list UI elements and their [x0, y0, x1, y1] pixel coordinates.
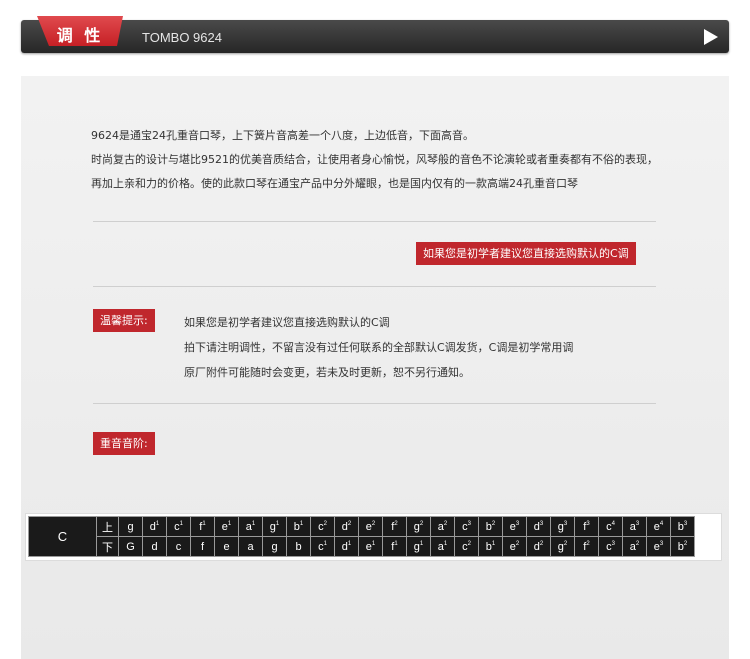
note-cell: d1	[334, 536, 359, 557]
note-cell: e3	[646, 536, 671, 557]
note-cell: d1	[142, 516, 167, 537]
note-cell: b	[286, 536, 311, 557]
note-cell: c2	[310, 516, 335, 537]
note-cell: g2	[406, 516, 431, 537]
note-cell: e4	[646, 516, 671, 537]
note-cell: c4	[598, 516, 623, 537]
upper-label: 上	[96, 516, 119, 537]
note-cell: e1	[214, 516, 239, 537]
note-cell: b3	[670, 516, 695, 537]
note-cell: f	[190, 536, 215, 557]
tips-line: 如果您是初学者建议您直接选购默认的C调	[184, 316, 390, 329]
note-cell: f1	[382, 536, 407, 557]
note-cell: f2	[382, 516, 407, 537]
intro-line: 9624是通宝24孔重音口琴，上下簧片音高差一个八度，上边低音，下面高音。	[91, 129, 474, 142]
note-cell: g1	[406, 536, 431, 557]
note-cell: e1	[358, 536, 383, 557]
tips-line: 拍下请注明调性，不留言没有过任何联系的全部默认C调发货，C调是初学常用调	[184, 341, 574, 354]
note-cell: g2	[550, 536, 575, 557]
note-cell: g	[262, 536, 287, 557]
header-tab-label: 调 性	[56, 26, 104, 45]
note-cell: a	[238, 536, 263, 557]
divider	[93, 403, 656, 404]
play-icon[interactable]	[704, 29, 718, 45]
tips-line: 原厂附件可能随时会变更，若未及时更新，恕不另行通知。	[184, 366, 470, 379]
tips-text: 如果您是初学者建议您直接选购默认的C调 拍下请注明调性，不留言没有过任何联系的全…	[184, 310, 573, 385]
note-cell: c3	[454, 516, 479, 537]
note-cell: b2	[478, 516, 503, 537]
note-cell: a1	[238, 516, 263, 537]
note-chart: C 上 g d1 c1 f1 e1 a1 g1 b1 c2 d2 e2 f2 g2 a2 c3 b2 e3 d3 g…	[28, 516, 695, 557]
scale-label: 重音音阶:	[93, 432, 155, 455]
note-cell: d2	[526, 536, 551, 557]
note-cell: c1	[166, 516, 191, 537]
section-header-bar	[21, 20, 729, 53]
note-cell: b2	[670, 536, 695, 557]
note-cell: c3	[598, 536, 623, 557]
tips-label: 温馨提示:	[93, 309, 155, 332]
note-cell: g	[118, 516, 143, 537]
note-cell: f3	[574, 516, 599, 537]
note-cell: c2	[454, 536, 479, 557]
intro-line: 时尚复古的设计与堪比9521的优美音质结合，让使用者身心愉悦，风琴般的音色不论演…	[91, 153, 658, 166]
note-cell: b1	[478, 536, 503, 557]
note-cell: e2	[502, 536, 527, 557]
note-cell: e	[214, 536, 239, 557]
note-cell: g1	[262, 516, 287, 537]
note-cell: f2	[574, 536, 599, 557]
note-cell: a2	[622, 536, 647, 557]
note-cell: g3	[550, 516, 575, 537]
note-cell: f1	[190, 516, 215, 537]
key-cell: C	[28, 516, 97, 557]
model-name: TOMBO 9624	[142, 30, 222, 45]
divider	[93, 221, 656, 222]
note-cell: a2	[430, 516, 455, 537]
note-cell: d	[142, 536, 167, 557]
lower-label: 下	[96, 536, 119, 557]
intro-line: 再加上亲和力的价格。使的此款口琴在通宝产品中分外耀眼，也是国内仅有的一款高端24…	[91, 177, 578, 190]
intro-text: 9624是通宝24孔重音口琴，上下簧片音高差一个八度，上边低音，下面高音。 时尚…	[91, 124, 711, 196]
recommend-badge: 如果您是初学者建议您直接选购默认的C调	[416, 242, 636, 265]
note-cell: c	[166, 536, 191, 557]
note-cell: e3	[502, 516, 527, 537]
note-cell: a3	[622, 516, 647, 537]
note-cell: e2	[358, 516, 383, 537]
note-cell: b1	[286, 516, 311, 537]
note-cell: a1	[430, 536, 455, 557]
note-cell: G	[118, 536, 143, 557]
note-cell: d3	[526, 516, 551, 537]
divider	[93, 286, 656, 287]
note-cell: d2	[334, 516, 359, 537]
note-cell: c1	[310, 536, 335, 557]
